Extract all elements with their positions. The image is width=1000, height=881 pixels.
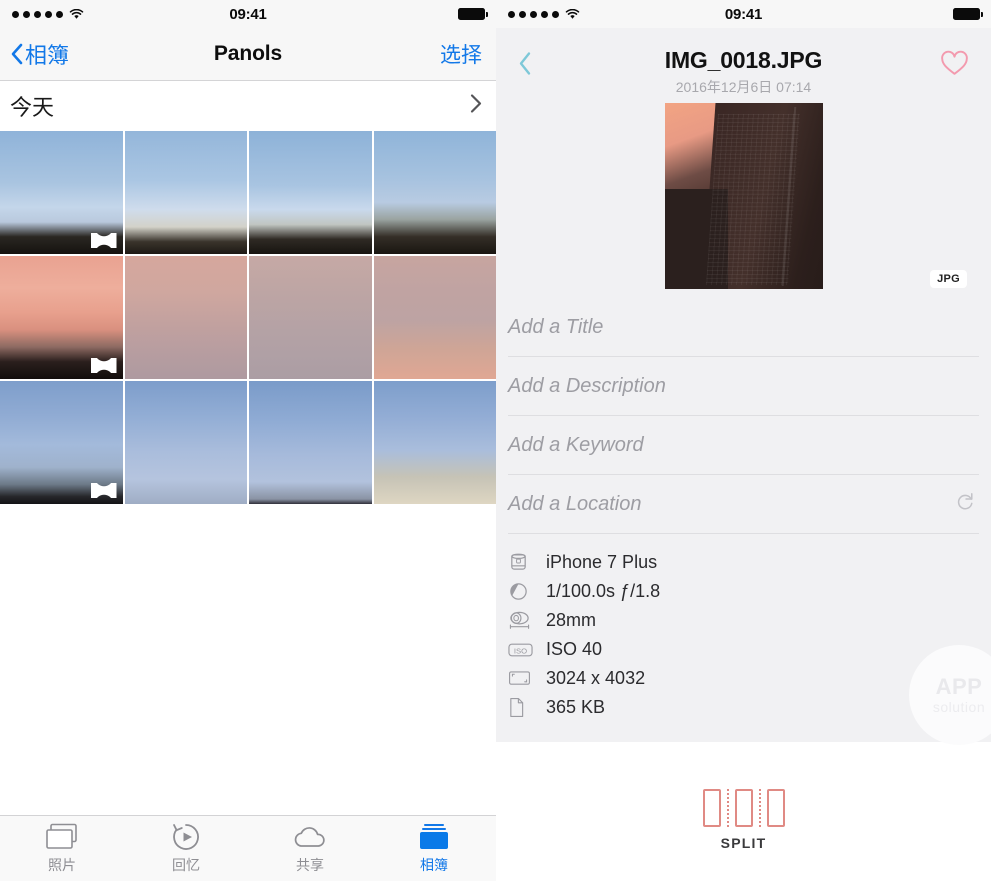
tab-3-shared-cloud[interactable]: 共享: [248, 816, 372, 875]
section-header-today[interactable]: 今天: [0, 81, 496, 131]
exif-row: 1/100.0s ƒ/1.8: [508, 577, 979, 606]
panorama-badge-icon: [90, 358, 117, 373]
tab-label: 照片: [48, 857, 76, 873]
status-bar-right: 09:41: [496, 0, 991, 28]
tab-2-memories[interactable]: 回忆: [124, 816, 248, 875]
exif-row: 28mm: [508, 606, 979, 635]
tab-label: 共享: [296, 857, 324, 873]
field-placeholder: Add a Description: [508, 374, 666, 397]
thumbnail-image: [373, 381, 496, 504]
metadata-fields: Add a Title Add a Description Add a Keywor…: [496, 298, 991, 534]
photo-thumbnail[interactable]: [124, 256, 247, 379]
status-bar-right-group: [458, 0, 488, 28]
description-field[interactable]: Add a Description: [508, 357, 979, 416]
panorama-badge-icon: [90, 233, 117, 248]
lens-icon: [508, 610, 542, 631]
keyword-field[interactable]: Add a Keyword: [508, 416, 979, 475]
tab-bar[interactable]: 照片 回忆 共享 相簿: [0, 815, 496, 881]
left-nav-bar: 相簿 Panols 选择: [0, 28, 496, 81]
building-window-texture: [705, 114, 801, 286]
exif-value: 3024 x 4032: [546, 668, 646, 688]
tab-1-photos[interactable]: 照片: [0, 816, 124, 875]
format-badge: JPG: [930, 270, 967, 288]
select-button[interactable]: 选择: [440, 39, 482, 69]
albums-icon: [418, 822, 450, 852]
exif-row: ISO ISO 40: [508, 635, 979, 664]
photo-thumbnail[interactable]: [249, 256, 372, 379]
exif-value: 28mm: [546, 610, 597, 630]
status-bar-right-group: [953, 0, 983, 28]
battery-full-icon: [458, 8, 488, 20]
thumbnail-image: [249, 131, 372, 254]
tab-label: 回忆: [172, 857, 200, 873]
photo-preview-area: JPG: [496, 103, 991, 298]
thumbnail-image: [249, 381, 372, 504]
camera-body-icon: [508, 552, 542, 573]
tab-label: 相簿: [420, 857, 448, 873]
photo-thumbnail[interactable]: [373, 256, 496, 379]
right-phone-screen: 09:41 IMG_0018.JPG 2016年12月6日 07:14 JPG …: [496, 0, 991, 881]
exif-value: ISO 40: [546, 639, 603, 659]
detail-body: JPG Add a Title Add a Description Add a Ke…: [496, 103, 991, 742]
thumbnail-image: [124, 381, 247, 504]
refresh-icon[interactable]: [956, 492, 975, 516]
status-bar-left: 09:41: [0, 0, 496, 28]
detail-title-group: IMG_0018.JPG 2016年12月6日 07:14: [664, 46, 823, 97]
shared-cloud-icon: [292, 822, 328, 852]
photo-thumbnail[interactable]: [249, 381, 372, 504]
photo-thumbnail[interactable]: [0, 381, 123, 504]
status-bar-time: 09:41: [724, 5, 763, 23]
photo-thumbnail[interactable]: [124, 381, 247, 504]
heart-outline-icon[interactable]: [940, 50, 969, 81]
photo-thumbnail[interactable]: [0, 256, 123, 379]
section-title: 今天: [10, 95, 55, 120]
photo-thumbnail[interactable]: [373, 131, 496, 254]
exif-row: 3024 x 4032: [508, 664, 979, 693]
split-label: SPLIT: [720, 835, 767, 851]
exif-row: iPhone 7 Plus: [508, 548, 979, 577]
thumbnail-image: [373, 131, 496, 254]
split-icon: [702, 785, 785, 827]
thumbnail-image: [373, 256, 496, 379]
exif-value: 1/100.0s ƒ/1.8: [546, 581, 661, 601]
memories-icon: [171, 822, 201, 852]
photos-icon: [45, 822, 79, 852]
thumbnail-image: [249, 256, 372, 379]
file-date: 2016年12月6日 07:14: [675, 79, 812, 96]
page-title: Panols: [213, 42, 283, 65]
exif-list: iPhone 7 Plus 1/100.0s ƒ/1.8 28mm ISO ISO 40…: [496, 534, 991, 734]
photo-thumbnail[interactable]: [124, 131, 247, 254]
title-field[interactable]: Add a Title: [508, 298, 979, 357]
photo-thumbnail[interactable]: [0, 131, 123, 254]
panorama-badge-icon: [90, 483, 117, 498]
exif-value: iPhone 7 Plus: [546, 552, 658, 572]
exif-row: 365 KB: [508, 693, 979, 722]
dual-screenshot: 09:41 相簿 Panols 选择 今天 照片 回忆 共享 相簿 09:41 …: [0, 0, 1000, 881]
file-name: IMG_0018.JPG: [664, 46, 823, 73]
photo-thumbnail[interactable]: [249, 131, 372, 254]
file-icon: [508, 697, 542, 718]
aperture-icon: [508, 581, 542, 602]
field-placeholder: Add a Keyword: [508, 433, 644, 456]
back-button[interactable]: [518, 50, 532, 81]
field-placeholder: Add a Location: [508, 492, 642, 515]
photo-preview[interactable]: [664, 103, 823, 289]
iso-icon: ISO: [508, 642, 542, 658]
thumbnail-image: [124, 131, 247, 254]
thumbnail-image: [124, 256, 247, 379]
dimensions-icon: [508, 670, 542, 687]
location-field[interactable]: Add a Location: [508, 475, 979, 534]
left-phone-screen: 09:41 相簿 Panols 选择 今天 照片 回忆 共享 相簿: [0, 0, 496, 881]
field-placeholder: Add a Title: [508, 315, 604, 338]
battery-full-icon: [953, 8, 983, 20]
status-bar-time: 09:41: [229, 5, 267, 23]
exif-value: 365 KB: [546, 697, 606, 717]
photo-grid[interactable]: [0, 131, 496, 504]
photo-thumbnail[interactable]: [373, 381, 496, 504]
chevron-right-icon: [470, 94, 482, 119]
detail-nav-bar: IMG_0018.JPG 2016年12月6日 07:14: [496, 28, 991, 103]
svg-text:ISO: ISO: [514, 646, 527, 655]
tab-4-albums[interactable]: 相簿: [372, 816, 496, 875]
split-button[interactable]: SPLIT: [496, 785, 991, 851]
